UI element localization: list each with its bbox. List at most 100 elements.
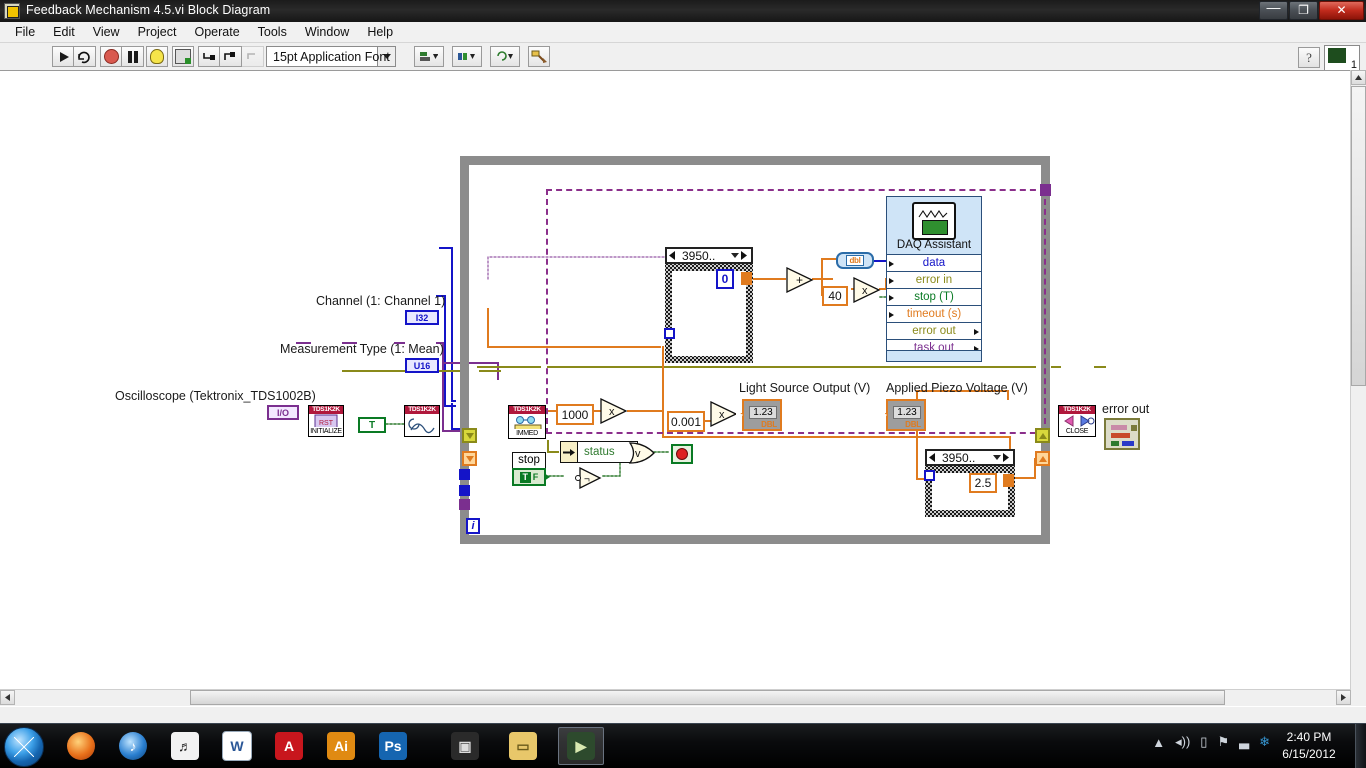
constant-40[interactable]: 40 (822, 286, 848, 306)
constant-0001[interactable]: 0.001 (667, 411, 705, 432)
indicator-light-source-output[interactable]: 1.23 DBL (736, 399, 782, 431)
to-dynamic-data-conversion[interactable]: dbl (836, 252, 874, 269)
taskbar-clock[interactable]: 2:40 PM 6/15/2012 (1272, 729, 1346, 763)
shift-register-value-right[interactable] (1035, 451, 1050, 466)
battery-icon[interactable]: ▯ (1200, 734, 1207, 750)
step-over-button[interactable] (220, 46, 242, 67)
block-diagram-canvas[interactable]: Channel (1: Channel 1) I32 Measurement T… (0, 70, 1366, 707)
vertical-scrollbar[interactable] (1350, 70, 1366, 706)
start-button[interactable] (4, 727, 44, 767)
menu-edit[interactable]: Edit (44, 23, 84, 41)
menu-window[interactable]: Window (296, 23, 358, 41)
shift-register-value-left[interactable] (462, 451, 477, 466)
vi-tds1k2k-close[interactable]: TDS1K2K CLOSE (1058, 405, 1096, 437)
terminal-visa-resource[interactable]: I/O (267, 405, 299, 420)
unbundle-status[interactable]: status (560, 441, 638, 463)
constant-1000[interactable]: 1000 (556, 404, 594, 425)
tray-expand-icon[interactable]: ▲ (1152, 735, 1165, 750)
constant-zero[interactable]: 0 (716, 269, 734, 289)
pause-button[interactable] (122, 46, 144, 67)
run-continuously-button[interactable] (74, 46, 96, 67)
function-multiply-0001[interactable]: x (710, 401, 738, 427)
taskbar-item-adobe-acrobat[interactable]: A (266, 727, 312, 765)
daq-terminal-data[interactable]: data (887, 254, 981, 272)
network-signal-icon[interactable]: ▃ (1239, 734, 1249, 750)
show-desktop-button[interactable] (1355, 724, 1366, 768)
taskbar-item-windows-explorer[interactable]: ▭ (500, 727, 546, 765)
highlight-execution-button[interactable] (146, 46, 168, 67)
constant-true[interactable]: T (358, 417, 386, 433)
case-output-tunnel-upper[interactable] (741, 272, 752, 285)
scroll-right-button[interactable] (1336, 690, 1351, 705)
vi-tds1k2k-immediate-measurement[interactable]: TDS1K2K IMMED (508, 405, 546, 439)
horizontal-scrollbar[interactable] (0, 689, 1351, 706)
chevron-down-icon[interactable] (731, 253, 739, 258)
menu-help[interactable]: Help (358, 23, 402, 41)
case-next-icon[interactable] (739, 249, 751, 262)
taskbar-item-labview[interactable]: ▶ (558, 727, 604, 765)
vertical-scroll-thumb[interactable] (1351, 86, 1366, 386)
menu-project[interactable]: Project (129, 23, 186, 41)
loop-stop-terminal[interactable] (671, 444, 693, 464)
taskbar-item-adobe-illustrator[interactable]: Ai (318, 727, 364, 765)
menu-operate[interactable]: Operate (185, 23, 248, 41)
minimize-button[interactable]: — (1259, 0, 1288, 20)
tunnel-visa-resource[interactable] (459, 499, 470, 510)
indicator-error-out[interactable] (1104, 418, 1140, 450)
daq-terminal-error-in[interactable]: error in (887, 271, 981, 289)
menu-file[interactable]: File (6, 23, 44, 41)
chevron-down-icon[interactable] (993, 455, 1001, 460)
stop-boolean-terminal[interactable]: T F (512, 468, 550, 486)
case-selector-upper[interactable]: 3950.. (665, 247, 753, 264)
retain-wire-values-button[interactable] (172, 46, 194, 67)
horizontal-scroll-thumb[interactable] (190, 690, 1225, 705)
daq-terminal-error-out[interactable]: error out (887, 322, 981, 340)
maximize-button[interactable]: ❐ (1289, 1, 1318, 20)
taskbar-item-guitar-pro[interactable]: ♬ (162, 727, 208, 765)
menu-view[interactable]: View (84, 23, 129, 41)
case-structure-upper[interactable]: 3950.. (665, 247, 753, 363)
function-or[interactable]: v (628, 442, 656, 464)
taskbar-item-microsoft-word[interactable]: W (214, 727, 260, 765)
daq-terminal-timeout[interactable]: timeout (s) (887, 305, 981, 323)
tunnel-measurement-type[interactable] (459, 485, 470, 496)
volume-icon[interactable]: ◂)) (1175, 734, 1190, 750)
vi-tds1k2k-autoset[interactable]: TDS1K2K (404, 405, 440, 437)
close-button[interactable]: ✕ (1319, 1, 1364, 20)
abort-execution-button[interactable] (100, 46, 122, 67)
case-selector-tunnel-lower[interactable] (924, 470, 935, 481)
taskbar-item-firefox[interactable] (58, 727, 104, 765)
taskbar-item-adobe-photoshop[interactable]: Ps (370, 727, 416, 765)
taskbar-item-itunes[interactable]: ♪ (110, 727, 156, 765)
constant-2point5[interactable]: 2.5 (969, 473, 997, 493)
step-out-button[interactable] (242, 46, 264, 67)
terminal-channel[interactable]: I32 (405, 310, 439, 325)
distribute-objects-button[interactable] (452, 46, 482, 67)
shift-register-error-right[interactable] (1035, 428, 1050, 443)
action-center-flag-icon[interactable]: ⚑ (1217, 734, 1229, 750)
shift-register-error-left[interactable] (462, 428, 477, 443)
case-selector-lower[interactable]: 3950.. (925, 449, 1015, 466)
labview-window-badge[interactable]: 1 (1324, 45, 1360, 71)
align-objects-button[interactable] (414, 46, 444, 67)
reorder-button[interactable] (490, 46, 520, 67)
vi-tds1k2k-initialize[interactable]: TDS1K2K RST INITIALIZE (308, 405, 344, 437)
font-selector[interactable]: 15pt Application Font (266, 46, 396, 67)
function-not[interactable]: ¬ (575, 467, 605, 489)
case-prev-icon[interactable] (667, 249, 679, 262)
scroll-up-button[interactable] (1351, 70, 1366, 85)
taskbar-item-video-player[interactable]: ▣ (442, 727, 488, 765)
tunnel-channel[interactable] (459, 469, 470, 480)
daq-assistant-express-vi[interactable]: DAQ Assistant data error in stop (T) tim… (886, 196, 982, 362)
daq-terminal-stop[interactable]: stop (T) (887, 288, 981, 306)
iteration-terminal[interactable]: i (466, 518, 480, 534)
menu-tools[interactable]: Tools (249, 23, 296, 41)
run-button[interactable] (52, 46, 74, 67)
function-multiply-1000[interactable]: x (600, 398, 628, 424)
case-prev-icon[interactable] (927, 451, 939, 464)
indicator-applied-piezo-voltage[interactable]: 1.23 DBL (880, 399, 926, 431)
terminal-measurement-type[interactable]: U16 (405, 358, 439, 373)
context-help-button[interactable]: ? (1298, 47, 1320, 68)
scroll-left-button[interactable] (0, 690, 15, 705)
function-multiply-daq[interactable]: x (853, 277, 881, 303)
